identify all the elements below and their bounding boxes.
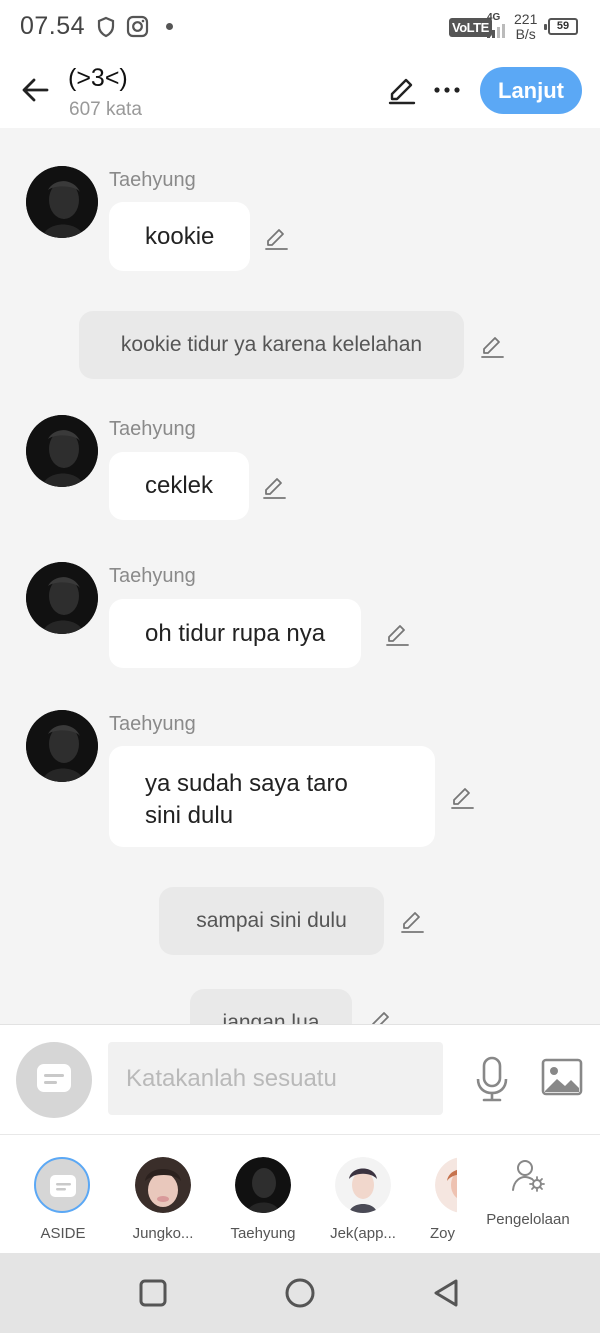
chat-bubble-icon	[37, 1064, 71, 1092]
message-text-line: ya sudah saya taro	[145, 770, 348, 797]
avatar-taehyung[interactable]	[26, 166, 98, 238]
image-icon[interactable]	[541, 1057, 583, 1097]
chat-scroll-area[interactable]: Taehyung kookie kookie tidur ya karena k…	[0, 128, 600, 1024]
pencil-icon[interactable]	[479, 333, 505, 359]
message-bubble[interactable]: kookie	[109, 202, 251, 271]
more-horizontal-icon[interactable]	[430, 76, 464, 104]
message-bubble[interactable]: ceklek	[109, 452, 250, 520]
pencil-icon[interactable]	[384, 621, 410, 647]
character-name: Taehyung	[230, 1225, 296, 1242]
aside-mode-button[interactable]	[16, 1042, 92, 1118]
message-input-bar	[0, 1024, 600, 1134]
status-bar: 07.54 VoLTE 4G 221 B/s 59	[0, 0, 600, 56]
pencil-icon[interactable]	[263, 225, 289, 251]
message-bubble[interactable]: ya sudah saya taro sini dulu	[109, 746, 435, 847]
notification-dot	[166, 23, 173, 30]
aside-avatar	[34, 1157, 90, 1213]
pencil-icon[interactable]	[261, 474, 287, 500]
pencil-icon[interactable]	[399, 908, 425, 934]
character-name: Jungko...	[132, 1225, 194, 1242]
microphone-icon[interactable]	[474, 1055, 510, 1103]
status-time: 07.54	[20, 12, 86, 40]
pencil-icon[interactable]	[449, 784, 475, 810]
character-name: ASIDE	[40, 1225, 86, 1242]
sender-name: Taehyung	[109, 169, 196, 191]
user-gear-icon	[512, 1160, 545, 1192]
story-title[interactable]: (>3<)	[68, 64, 128, 93]
top-app-bar: (>3<) 607 kata Lanjut	[0, 56, 600, 128]
avatar	[235, 1157, 291, 1213]
network-speed: 221 B/s	[514, 12, 537, 42]
battery-level: 59	[556, 20, 570, 32]
avatar-taehyung[interactable]	[26, 562, 98, 634]
avatar-taehyung[interactable]	[26, 710, 98, 782]
system-navigation-bar	[0, 1253, 600, 1333]
speed-value: 221	[514, 11, 538, 27]
network-type: 4G	[487, 12, 501, 23]
home-icon[interactable]	[280, 1273, 320, 1313]
speed-unit: B/s	[515, 26, 536, 42]
sender-name: Taehyung	[109, 713, 196, 735]
narration-bubble[interactable]: sampai sini dulu	[159, 887, 384, 955]
back-triangle-icon[interactable]	[426, 1273, 466, 1313]
recent-apps-icon[interactable]	[133, 1273, 173, 1313]
character-aside[interactable]: ASIDE	[13, 1135, 113, 1254]
sender-name: Taehyung	[109, 418, 196, 440]
character-name: Jek(app...	[330, 1225, 396, 1242]
narration-bubble[interactable]: jangan lua	[190, 989, 352, 1024]
chat-bubble-icon	[50, 1175, 76, 1197]
avatar	[135, 1157, 191, 1213]
battery-icon: 59	[544, 18, 578, 35]
manage-characters-button[interactable]: Pengelolaan	[476, 1135, 580, 1254]
character-taehyung[interactable]: Taehyung	[213, 1135, 313, 1254]
message-input[interactable]	[108, 1042, 443, 1115]
message-text-line: sini dulu	[145, 802, 234, 829]
character-bar: ASIDE Jungko... Taehyung Jek(app... Zoy	[0, 1134, 600, 1253]
character-jungkook[interactable]: Jungko...	[113, 1135, 213, 1254]
character-jek[interactable]: Jek(app...	[313, 1135, 413, 1254]
message-bubble[interactable]: oh tidur rupa nya	[109, 599, 362, 668]
pencil-icon[interactable]	[386, 74, 418, 106]
character-zoy[interactable]: Zoy	[413, 1135, 457, 1254]
signal-icon	[487, 24, 505, 38]
avatar	[335, 1157, 391, 1213]
instagram-icon	[126, 15, 149, 38]
volte-badge: VoLTE	[449, 18, 492, 37]
shield-icon	[97, 16, 115, 38]
avatar-taehyung[interactable]	[26, 415, 98, 487]
sender-name: Taehyung	[109, 565, 196, 587]
manage-label: Pengelolaan	[486, 1211, 570, 1228]
pencil-icon[interactable]	[368, 1008, 394, 1024]
narration-bubble[interactable]: kookie tidur ya karena kelelahan	[79, 311, 464, 379]
avatar	[435, 1157, 457, 1213]
character-name: Zoy	[430, 1225, 456, 1242]
next-button[interactable]: Lanjut	[480, 67, 582, 114]
arrow-left-icon[interactable]	[18, 72, 54, 108]
word-count: 607 kata	[69, 99, 142, 120]
